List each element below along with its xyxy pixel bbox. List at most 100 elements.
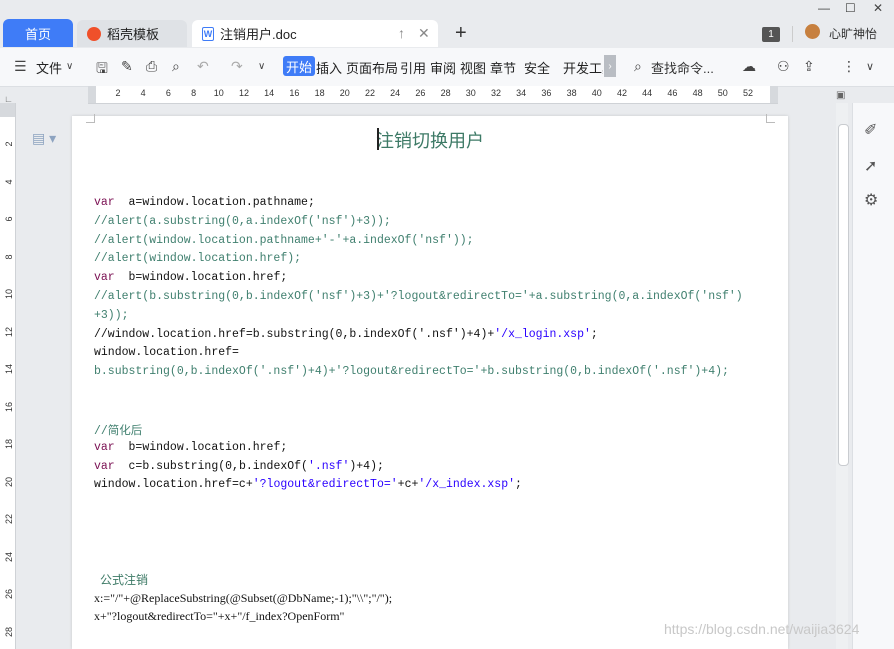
outline-nav-icon[interactable]: ▤ ▾ [32, 130, 56, 147]
title-bar: 首页 稻壳模板 W 注销用户.doc ↑ ✕ + — ☐ ✕ 1 心旷神怡 [0, 0, 894, 48]
code-line: var b=window.location.href; [94, 271, 287, 284]
new-tab-button[interactable]: + [455, 22, 467, 45]
tab-docer-templates[interactable]: 稻壳模板 [77, 20, 187, 47]
window-count-badge[interactable]: 1 [762, 27, 780, 42]
avatar[interactable] [805, 24, 820, 39]
code-token: +3)); [94, 308, 129, 322]
ruler-tick-label: 36 [541, 88, 552, 98]
docer-logo-icon [87, 26, 101, 41]
margin-corner-mark [86, 114, 95, 123]
ruler-tick-label: 34 [516, 88, 527, 98]
tab-document[interactable]: W 注销用户.doc ↑ ✕ [192, 20, 438, 47]
chevron-down-icon[interactable]: ∨ [66, 61, 73, 72]
code-line: +3)); [94, 309, 129, 322]
document-title: 注销切换用户 [376, 131, 484, 152]
code-token: //alert(b.substring(0,b.indexOf('nsf')+3… [94, 290, 743, 303]
ruler-tick-label: 38 [566, 88, 577, 98]
formula-line-1: x:="/"+@ReplaceSubstring(@Subset(@DbName… [94, 591, 393, 605]
tab-sections[interactable]: 章节 [490, 58, 516, 77]
menu-icon[interactable]: ☰ [14, 58, 27, 75]
tab-security[interactable]: 安全 [524, 58, 550, 77]
scroll-up-icon[interactable]: ▣ [836, 90, 845, 101]
print-icon[interactable]: ⎙ [146, 58, 157, 75]
ruler-tick-label: 22 [4, 514, 14, 525]
ruler-tick-label: 10 [4, 289, 14, 300]
margin-corner-mark [766, 114, 775, 123]
code-token: var [94, 271, 115, 285]
maximize-icon[interactable]: ☐ [845, 1, 856, 15]
more-chevron-icon[interactable]: ∨ [258, 61, 265, 72]
code-token: +c+ [397, 478, 419, 492]
ruler-tick-label: 42 [616, 88, 628, 98]
ruler-tick-label: 2 [115, 88, 121, 98]
ruler-tick-label: 24 [4, 551, 14, 562]
collapse-ribbon-icon[interactable]: ∨ [866, 60, 874, 73]
code-token: //alert(window.location.href); [94, 252, 302, 266]
settings-panel-icon[interactable]: ⚙ [864, 190, 878, 210]
code-line: var a=window.location.pathname; [94, 196, 315, 209]
share-icon[interactable]: ⇪ [803, 58, 815, 75]
close-tab-icon[interactable]: ✕ [418, 25, 430, 42]
code-token: b=window.location.href; [114, 440, 288, 454]
vertical-ruler[interactable]: 2 4 6 8 10 12 14 16 18 20 22 24 26 28 [0, 103, 16, 649]
share-user-icon[interactable]: ⚇ [777, 58, 790, 75]
document-page[interactable]: 注销切换用户 var a=window.location.pathname; //… [72, 114, 788, 649]
ruler-tick-label: 24 [390, 88, 401, 98]
text-cursor [377, 128, 379, 150]
ruler-tick-label: 8 [191, 88, 197, 98]
tab-view[interactable]: 视图 [460, 58, 486, 77]
save-icon[interactable]: 🖫 [96, 58, 108, 82]
scrollbar-thumb[interactable] [838, 124, 849, 466]
word-doc-icon: W [202, 26, 214, 41]
formula-line-2: x+"?logout&redirectTo="+x+"/f_index?Open… [94, 609, 345, 623]
code-line: //window.location.href=b.substring(0,b.i… [94, 328, 598, 341]
ruler-tick-label: 4 [4, 179, 14, 185]
tab-review[interactable]: 审阅 [430, 58, 456, 77]
ruler-tick-label: 16 [4, 401, 14, 412]
code-line: //alert(b.substring(0,b.indexOf('nsf')+3… [94, 290, 743, 303]
ruler-tick-label: 46 [667, 88, 678, 98]
pen-tool-icon[interactable]: ✐ [864, 120, 877, 140]
code-line: window.location.href= [94, 346, 239, 359]
ruler-tick-label: 20 [4, 476, 14, 487]
window-count-label: 1 [768, 29, 774, 40]
print-preview-icon[interactable]: ⌕ [172, 58, 180, 75]
code-line: //alert(window.location.pathname+'-'+a.i… [94, 234, 474, 247]
tab-insert[interactable]: 插入 [316, 58, 342, 77]
more-options-icon[interactable]: ⋮ [842, 58, 856, 75]
file-menu[interactable]: 文件 [36, 58, 62, 77]
undo-icon[interactable]: ↶ [197, 58, 209, 75]
tab-stop-selector[interactable]: ∟ [4, 94, 13, 104]
ruler-margin-left [88, 86, 96, 103]
ruler-tick-label: 2 [4, 141, 14, 147]
ruler-tick-label: 18 [4, 439, 14, 450]
select-pointer-icon[interactable]: ➚ [864, 156, 877, 176]
username[interactable]: 心旷神怡 [829, 25, 877, 42]
tab-docer-label: 稻壳模板 [107, 27, 160, 42]
code-token: c=b.substring(0,b.indexOf( [114, 459, 308, 473]
cloud-sync-icon[interactable]: ☁ [742, 58, 756, 75]
ruler-tick-label: 6 [165, 88, 171, 98]
ruler-tick-label: 28 [440, 88, 451, 98]
ribbon-scroll-right-button[interactable]: › [604, 55, 616, 77]
format-painter-icon[interactable]: ✎ [121, 58, 133, 75]
horizontal-ruler[interactable]: 2 4 6 8 10 12 14 16 18 20 22 24 26 28 30 32 34 36 38 40 42 44… [88, 86, 778, 104]
tab-page-layout[interactable]: 页面布局 [346, 58, 398, 77]
redo-icon[interactable]: ↷ [231, 58, 243, 75]
tab-home[interactable]: 首页 [3, 19, 73, 47]
ruler-tick-label: 6 [4, 216, 14, 222]
pin-up-icon[interactable]: ↑ [398, 25, 405, 41]
ruler-tick-label: 20 [339, 88, 350, 98]
close-window-icon[interactable]: ✕ [873, 1, 883, 15]
command-search-input[interactable]: 查找命令... [651, 58, 714, 77]
tab-developer-tools[interactable]: 开发工具 [563, 58, 603, 77]
minimize-icon[interactable]: — [818, 1, 830, 15]
code-token: b.substring(0,b.indexOf('.nsf')+4)+'?log… [94, 365, 729, 379]
tab-document-label: 注销用户.doc [220, 27, 297, 42]
ruler-tick-label: 32 [490, 88, 502, 98]
tab-start[interactable]: 开始 [283, 56, 316, 76]
ruler-tick-label: 8 [4, 254, 14, 260]
tab-home-label: 首页 [24, 26, 51, 42]
tab-references[interactable]: 引用 [400, 58, 426, 77]
code-line: window.location.href=c+'?logout&redirect… [94, 478, 522, 491]
